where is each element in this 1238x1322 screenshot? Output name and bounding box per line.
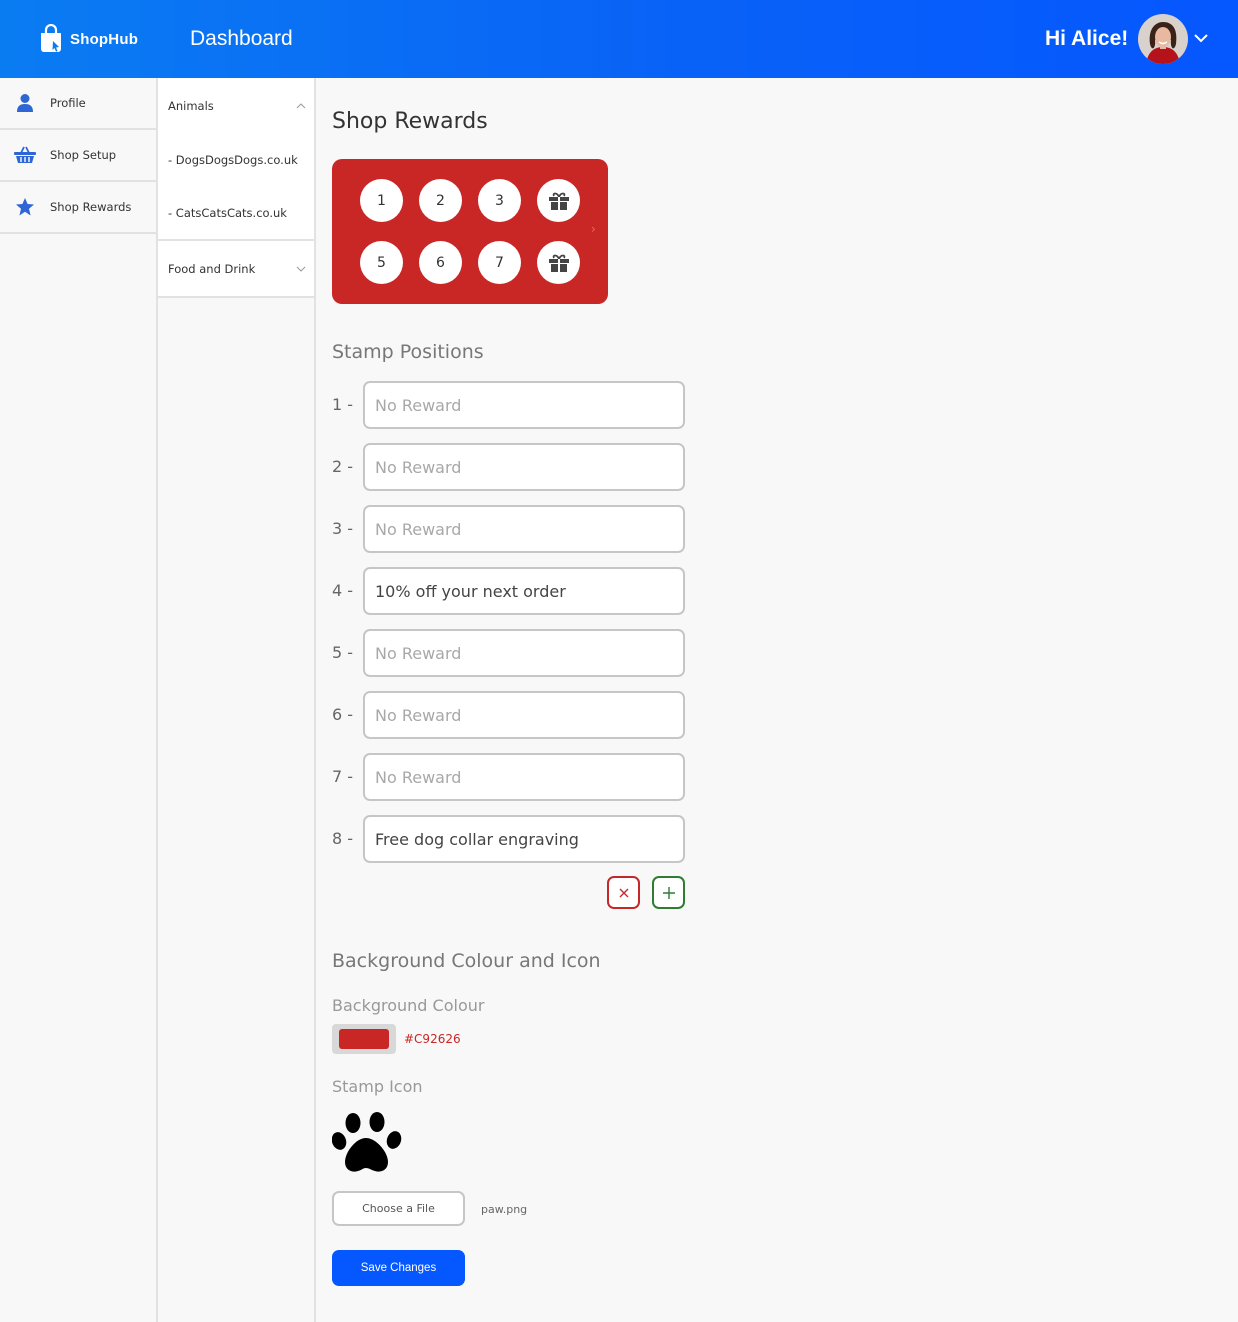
reward-input-6[interactable] <box>363 691 685 739</box>
colour-hex-value: #C92626 <box>404 1032 461 1046</box>
stamp-position-row: 8 - <box>332 815 692 863</box>
position-number: 1 - <box>332 395 354 414</box>
add-stamp-button[interactable] <box>652 876 685 909</box>
sidebar-item-label: Profile <box>50 96 86 110</box>
group-label: Food and Drink <box>168 261 256 276</box>
close-icon <box>619 888 628 897</box>
stamp-position-row: 6 - <box>332 691 692 739</box>
stamp-position-row: 2 - <box>332 443 692 491</box>
background-colour-label: Background Colour <box>332 996 485 1015</box>
shop-group-animals: Animals - DogsDogsDogs.co.uk - CatsCatsC… <box>158 78 314 241</box>
avatar-image <box>1138 14 1188 64</box>
stamp-position-row: 5 - <box>332 629 692 677</box>
stamp-position-row: 4 - <box>332 567 692 615</box>
chevron-down-icon[interactable] <box>1192 31 1210 45</box>
position-number: 8 - <box>332 829 354 848</box>
sidebar: Profile Shop Setup Shop Rewards <box>0 78 158 1322</box>
page-title: Shop Rewards <box>332 109 488 134</box>
user-icon <box>14 92 36 114</box>
sidebar-item-shop-setup[interactable]: Shop Setup <box>0 130 156 182</box>
top-header: ShopHub Dashboard Hi Alice! <box>0 0 1238 78</box>
position-number: 3 - <box>332 519 354 538</box>
user-greeting: Hi Alice! <box>1045 27 1129 50</box>
stamp-position-row: 7 - <box>332 753 692 801</box>
choose-file-button[interactable]: Choose a File <box>332 1191 465 1226</box>
position-number: 5 - <box>332 643 354 662</box>
plus-icon <box>662 886 675 899</box>
remove-stamp-button[interactable] <box>607 876 640 909</box>
stamp-position-row: 3 - <box>332 505 692 553</box>
stamp-positions-title: Stamp Positions <box>332 341 484 363</box>
reward-input-8[interactable] <box>363 815 685 863</box>
stamp-icon-label: Stamp Icon <box>332 1077 423 1096</box>
header-title: Dashboard <box>190 27 293 50</box>
reward-input-5[interactable] <box>363 629 685 677</box>
chevron-down-icon <box>296 266 306 272</box>
sidebar-item-shop-rewards[interactable]: Shop Rewards <box>0 182 156 234</box>
colour-swatch <box>339 1029 389 1049</box>
selected-file-name: paw.png <box>481 1203 528 1216</box>
shop-group-food: Food and Drink <box>158 241 314 298</box>
stamp-7: 7 <box>478 241 521 284</box>
appearance-title: Background Colour and Icon <box>332 950 601 972</box>
sidebar-item-label: Shop Rewards <box>50 200 132 214</box>
group-header-food[interactable]: Food and Drink <box>158 241 314 296</box>
chevron-up-icon <box>296 102 306 108</box>
reward-input-1[interactable] <box>363 381 685 429</box>
reward-input-2[interactable] <box>363 443 685 491</box>
gift-icon <box>548 192 569 210</box>
group-label: Animals <box>168 98 214 113</box>
sidebar-item-label: Shop Setup <box>50 148 117 162</box>
colour-picker[interactable] <box>332 1024 396 1054</box>
avatar[interactable] <box>1138 14 1188 64</box>
reward-input-7[interactable] <box>363 753 685 801</box>
paw-icon <box>332 1112 402 1172</box>
card-next-arrow[interactable]: › <box>591 222 596 236</box>
stamp-6: 6 <box>419 241 462 284</box>
stamp-5: 5 <box>360 241 403 284</box>
star-icon <box>14 196 36 218</box>
stamp-3: 3 <box>478 179 521 222</box>
stamp-position-row: 1 - <box>332 381 692 429</box>
save-changes-button[interactable]: Save Changes <box>332 1250 465 1286</box>
stamp-gift-4 <box>537 179 580 222</box>
shop-link-dogs[interactable]: - DogsDogsDogs.co.uk <box>158 133 314 186</box>
group-header-animals[interactable]: Animals <box>158 78 314 133</box>
gift-icon <box>548 254 569 272</box>
position-number: 7 - <box>332 767 354 786</box>
shopping-bag-icon <box>41 24 61 52</box>
shop-link-cats[interactable]: - CatsCatsCats.co.uk <box>158 186 314 239</box>
reward-input-4[interactable] <box>363 567 685 615</box>
brand-logo[interactable]: ShopHub <box>40 24 138 54</box>
stamp-gift-8 <box>537 241 580 284</box>
basket-icon <box>14 144 36 166</box>
position-number: 6 - <box>332 705 354 724</box>
shop-list-panel: Animals - DogsDogsDogs.co.uk - CatsCatsC… <box>158 78 316 1322</box>
stamp-1: 1 <box>360 179 403 222</box>
sidebar-item-profile[interactable]: Profile <box>0 78 156 130</box>
reward-card-preview: 1 2 3 5 6 7 › <box>332 159 608 304</box>
reward-input-3[interactable] <box>363 505 685 553</box>
stamp-2: 2 <box>419 179 462 222</box>
position-number: 2 - <box>332 457 354 476</box>
position-number: 4 - <box>332 581 354 600</box>
brand-name: ShopHub <box>70 30 139 48</box>
